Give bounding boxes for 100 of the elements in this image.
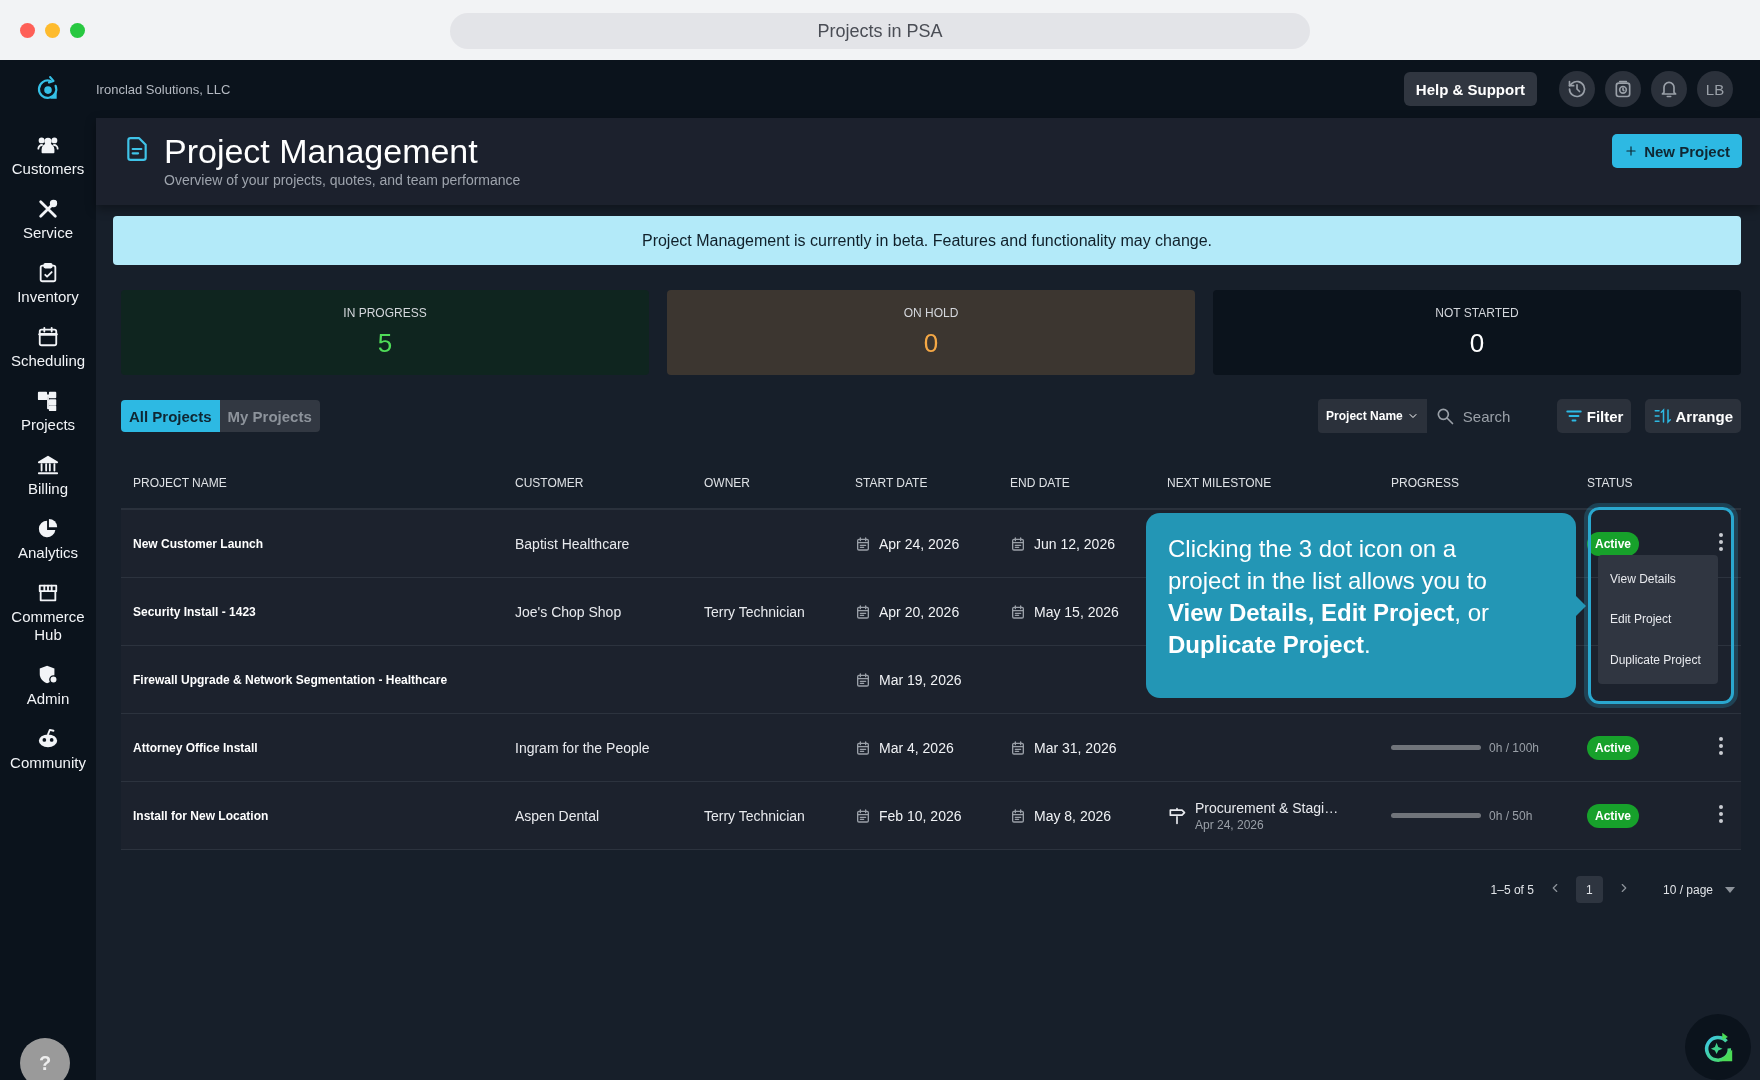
start-date: Mar 19, 2026 <box>879 671 962 688</box>
owner-cell: Terry Technician <box>704 603 805 620</box>
sidebar-item[interactable]: Inventory <box>2 260 94 308</box>
page-subtitle: Overview of your projects, quotes, and team performance <box>164 172 521 188</box>
people-icon <box>37 134 59 156</box>
filter-button[interactable]: Filter <box>1556 399 1632 433</box>
user-avatar[interactable]: LB <box>1697 71 1733 107</box>
menu-item[interactable]: Duplicate Project <box>1598 652 1718 667</box>
milestone-title: Procurement & Stagi… <box>1195 799 1339 816</box>
calendar-icon <box>855 603 871 620</box>
end-date: May 15, 2026 <box>1034 603 1119 620</box>
page-range: 1–5 of 5 <box>1490 882 1534 897</box>
stat-label: IN PROGRESS <box>343 306 427 320</box>
project-name[interactable]: Firewall Upgrade & Network Segmentation - Healthcare <box>133 672 515 687</box>
hierarchy-icon <box>37 390 59 412</box>
close-dot[interactable] <box>20 22 35 38</box>
history-button[interactable] <box>1559 71 1595 107</box>
calendar-icon <box>1010 739 1026 756</box>
column-header: OWNER <box>704 476 751 490</box>
sidebar-item[interactable]: Analytics <box>2 516 94 564</box>
creature-icon <box>37 728 59 750</box>
stat-value: 0 <box>1469 328 1485 359</box>
calendar-icon <box>855 807 871 824</box>
address-bar[interactable]: Projects in PSA <box>450 13 1310 49</box>
stat-value: 0 <box>923 328 939 359</box>
tooltip: Clicking the 3 dot icon on a project in the list allows you to View Details, Edit Project, or Duplicate Project. <box>1146 513 1576 698</box>
project-name[interactable]: Install for New Location <box>133 808 515 823</box>
tools-icon <box>37 198 59 220</box>
column-header: PROGRESS <box>1391 476 1460 490</box>
zoom-dot[interactable] <box>70 22 85 38</box>
column-header: START DATE <box>855 476 929 490</box>
stat-label: ON HOLD <box>903 306 959 320</box>
status-badge: Active <box>1587 803 1640 828</box>
column-header: NEXT MILESTONE <box>1167 476 1273 490</box>
start-date: Feb 10, 2026 <box>879 807 962 824</box>
stat-label: NOT STARTED <box>1435 306 1519 320</box>
sidebar-item[interactable]: Projects <box>2 388 94 436</box>
tab[interactable]: All Projects <box>121 400 220 432</box>
progress-reading: 0h / 100h <box>1489 740 1540 755</box>
more-icon[interactable] <box>1719 737 1723 755</box>
sidebar-item[interactable]: Commerce Hub <box>2 580 94 646</box>
sidebar-item[interactable]: Scheduling <box>2 324 94 372</box>
calendar-icon <box>855 739 871 756</box>
milestone-date: Apr 24, 2026 <box>1195 817 1265 832</box>
field-select[interactable]: Project Name <box>1318 399 1427 433</box>
calendar-icon <box>1010 535 1026 552</box>
sidebar-item[interactable]: Billing <box>2 452 94 500</box>
owner-cell: Terry Technician <box>704 807 805 824</box>
company-name: Ironclad Solutions, LLC <box>96 81 232 97</box>
clipboard-check-icon <box>37 262 59 284</box>
clock-icon <box>1613 79 1633 99</box>
minimize-dot[interactable] <box>45 22 60 38</box>
caret-icon <box>1725 886 1735 893</box>
more-icon[interactable] <box>1719 533 1723 551</box>
plus-icon <box>1624 144 1639 158</box>
progress-reading: 0h / 50h <box>1489 808 1533 823</box>
document-icon <box>124 136 150 162</box>
pie-chart-icon <box>37 518 59 540</box>
customer-cell: Aspen Dental <box>515 807 600 824</box>
tooltip-pointer <box>1576 596 1586 616</box>
page-size[interactable]: 10 / page <box>1662 882 1713 897</box>
calendar-icon <box>855 535 871 552</box>
help-support-button[interactable]: Help & Support <box>1403 72 1537 106</box>
sidebar-item[interactable]: Customers <box>2 132 94 180</box>
page-title: Project Management <box>164 132 479 170</box>
customer-cell: Joe's Chop Shop <box>515 603 622 620</box>
history-icon <box>1567 79 1587 99</box>
search-field[interactable]: Search <box>1460 406 1529 426</box>
project-name[interactable]: New Customer Launch <box>133 536 515 551</box>
sort-icon <box>1653 407 1672 425</box>
project-name[interactable]: Attorney Office Install <box>133 740 515 755</box>
menu-item[interactable]: View Details <box>1598 572 1718 587</box>
calendar-icon <box>1010 807 1026 824</box>
column-header: CUSTOMER <box>515 476 585 490</box>
bell-icon <box>1659 79 1679 99</box>
arrange-button[interactable]: Arrange <box>1645 399 1741 433</box>
start-date: Mar 4, 2026 <box>879 739 954 756</box>
notifications-button[interactable] <box>1651 71 1687 107</box>
project-name[interactable]: Security Install - 1423 <box>133 604 515 619</box>
timer-button[interactable] <box>1605 71 1641 107</box>
calendar-icon <box>37 326 59 348</box>
customer-cell: Ingram for the People <box>515 739 650 756</box>
sidebar-item[interactable]: Admin <box>2 662 94 710</box>
end-date: May 8, 2026 <box>1034 807 1112 824</box>
sidebar-item[interactable]: Community <box>2 726 94 774</box>
customer-cell: Baptist Healthcare <box>515 535 630 552</box>
sidebar-item[interactable]: Service <box>2 196 94 244</box>
calendar-icon <box>1010 603 1026 620</box>
calendar-icon <box>855 671 871 688</box>
column-header: STATUS <box>1587 476 1634 490</box>
menu-item[interactable]: Edit Project <box>1598 612 1718 627</box>
tab[interactable]: My Projects <box>219 400 320 432</box>
new-project-button[interactable]: New Project <box>1612 134 1742 168</box>
more-icon[interactable] <box>1719 805 1723 823</box>
stat-value: 5 <box>377 328 393 359</box>
page-button[interactable]: 1 <box>1575 876 1603 903</box>
end-date: Jun 12, 2026 <box>1034 535 1115 552</box>
bank-icon <box>37 454 59 476</box>
shield-icon <box>37 664 59 686</box>
column-header: END DATE <box>1010 476 1071 490</box>
